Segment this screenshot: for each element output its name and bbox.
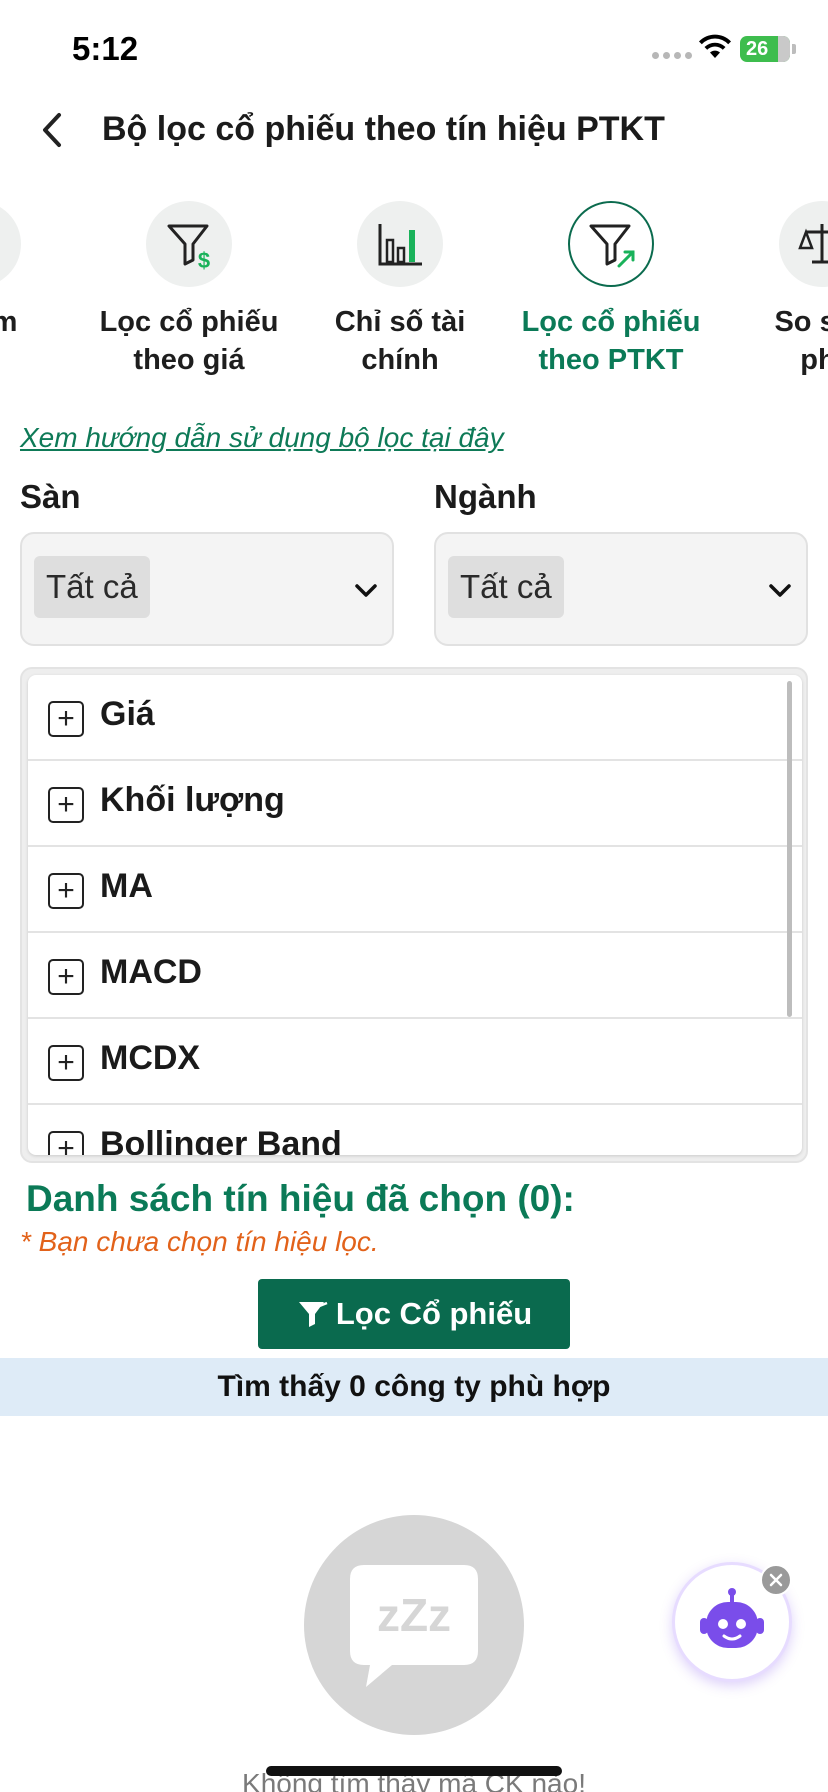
signal-label: MA	[100, 867, 153, 905]
chatbot-close-button[interactable]	[760, 1564, 792, 1596]
status-bar: 5:12 26	[0, 0, 828, 100]
status-time: 5:12	[72, 30, 139, 67]
signal-label: MCDX	[100, 1039, 201, 1077]
category-label: So sánphi	[774, 306, 828, 376]
exchange-label: Sàn	[20, 478, 81, 515]
signal-item-khoi-luong[interactable]: + Khối lượng	[28, 761, 802, 847]
filter-button-label: Lọc Cổ phiếu	[335, 1296, 533, 1331]
plus-icon[interactable]: +	[48, 1131, 84, 1155]
empty-state-sleep-icon: zZz	[304, 1515, 524, 1735]
signal-label: Giá	[100, 695, 155, 733]
signal-label: Bollinger Band	[100, 1125, 342, 1155]
empty-icon-text: zZz	[377, 1589, 451, 1641]
svg-text:$: $	[198, 248, 210, 272]
dollar-icon: $	[0, 201, 21, 287]
back-button[interactable]	[30, 108, 74, 152]
wifi-icon	[699, 34, 731, 58]
page-title: Bộ lọc cổ phiếu theo tín hiệu PTKT	[102, 110, 665, 148]
plus-icon[interactable]: +	[48, 873, 84, 909]
filter-dollar-icon: $	[146, 201, 232, 287]
signal-item-mcdx[interactable]: + MCDX	[28, 1019, 802, 1105]
signal-label: MACD	[100, 953, 202, 991]
signal-list-panel[interactable]: + Giá + Khối lượng + MA + MACD + MCDX + …	[20, 667, 808, 1163]
scale-icon	[779, 201, 828, 287]
robot-icon	[700, 1588, 764, 1648]
filter-stocks-button[interactable]: Lọc Cổ phiếu	[258, 1279, 570, 1349]
selected-signals-note: * Bạn chưa chọn tín hiệu lọc.	[20, 1226, 379, 1257]
category-label: nhómnh	[0, 306, 18, 338]
category-label: Lọc cổ phiếu theo PTKT	[521, 306, 701, 376]
guide-link[interactable]: Xem hướng dẫn sử dụng bộ lọc tại đây	[20, 422, 504, 454]
category-chi-so-tai-chinh[interactable]: Chỉ số tài chính	[300, 195, 500, 379]
battery-level: 26	[746, 38, 769, 60]
category-so-sanh[interactable]: So sánphi	[722, 195, 828, 379]
exchange-select[interactable]: Tất cả	[20, 532, 394, 646]
battery-nub	[792, 44, 796, 54]
filter-trend-icon	[568, 201, 654, 287]
signal-list[interactable]: + Giá + Khối lượng + MA + MACD + MCDX + …	[28, 675, 802, 1155]
result-count: Tìm thấy 0 công ty phù hợp	[0, 1358, 828, 1416]
category-label: Chỉ số tài chính	[334, 306, 466, 376]
signal-item-bollinger-band[interactable]: + Bollinger Band	[28, 1105, 802, 1155]
plus-icon[interactable]: +	[48, 1045, 84, 1081]
industry-select[interactable]: Tất cả	[434, 532, 808, 646]
chevron-left-icon	[43, 113, 61, 147]
category-label: Lọc cổ phiếu theo giá	[99, 306, 279, 376]
industry-selected-value: Tất cả	[448, 556, 564, 618]
signal-label: Khối lượng	[100, 781, 285, 819]
battery-icon: 26	[740, 36, 790, 62]
selected-signals-heading: Danh sách tín hiệu đã chọn (0):	[26, 1178, 575, 1219]
industry-label: Ngành	[434, 478, 537, 515]
signal-item-ma[interactable]: + MA	[28, 847, 802, 933]
funnel-icon	[298, 1301, 328, 1327]
signal-item-macd[interactable]: + MACD	[28, 933, 802, 1019]
home-indicator	[266, 1766, 562, 1776]
bar-chart-icon	[357, 201, 443, 287]
exchange-selected-value: Tất cả	[34, 556, 150, 618]
signal-item-gia[interactable]: + Giá	[28, 675, 802, 761]
category-loc-theo-ptkt[interactable]: Lọc cổ phiếu theo PTKT	[511, 195, 711, 379]
category-nhom-nganh[interactable]: $ nhómnh	[0, 195, 78, 379]
plus-icon[interactable]: +	[48, 959, 84, 995]
chevron-down-icon	[355, 584, 377, 597]
plus-icon[interactable]: +	[48, 787, 84, 823]
close-icon	[769, 1573, 783, 1587]
category-carousel[interactable]: $ nhómnh $ Lọc cổ phiếutheo giá Chỉ số t…	[0, 195, 828, 385]
category-loc-theo-gia[interactable]: $ Lọc cổ phiếu theo giá	[89, 195, 289, 379]
scrollbar[interactable]	[787, 681, 792, 1017]
cellular-signal-icon	[652, 52, 692, 59]
chevron-down-icon	[769, 584, 791, 597]
plus-icon[interactable]: +	[48, 701, 84, 737]
